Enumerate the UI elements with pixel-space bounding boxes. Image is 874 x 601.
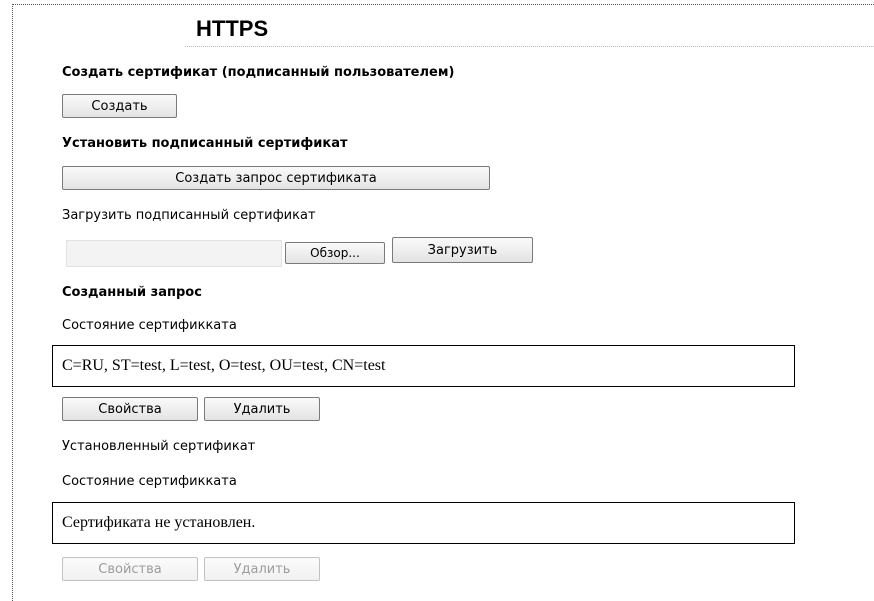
create-button[interactable]: Создать — [62, 94, 177, 118]
frame-top-border — [12, 4, 874, 5]
browse-button[interactable]: Обзор... — [285, 242, 385, 264]
installed-status-value: Сертификата не установлен. — [52, 502, 795, 544]
upload-button[interactable]: Загрузить — [392, 237, 533, 263]
request-delete-button[interactable]: Удалить — [204, 397, 320, 421]
title-divider — [185, 46, 874, 47]
create-request-button[interactable]: Создать запрос сертификата — [62, 166, 490, 190]
certificate-file-input[interactable] — [66, 240, 282, 267]
create-certificate-heading: Создать сертификат (подписанный пользова… — [62, 65, 455, 80]
request-status-value: C=RU, ST=test, L=test, O=test, OU=test, … — [52, 345, 795, 387]
upload-certificate-label: Загрузить подписанный сертификат — [62, 208, 316, 223]
installed-properties-button[interactable]: Свойства — [62, 557, 198, 581]
frame-left-border — [12, 4, 13, 601]
install-certificate-heading: Установить подписанный сертификат — [62, 136, 348, 151]
installed-certificate-heading: Установленный сертификат — [62, 439, 256, 454]
request-status-label: Состояние сертификката — [62, 318, 237, 333]
installed-delete-button[interactable]: Удалить — [204, 557, 320, 581]
created-request-heading: Созданный запрос — [62, 285, 202, 300]
installed-status-label: Состояние сертификката — [62, 474, 237, 489]
request-properties-button[interactable]: Свойства — [62, 397, 198, 421]
page-title: HTTPS — [196, 16, 269, 41]
